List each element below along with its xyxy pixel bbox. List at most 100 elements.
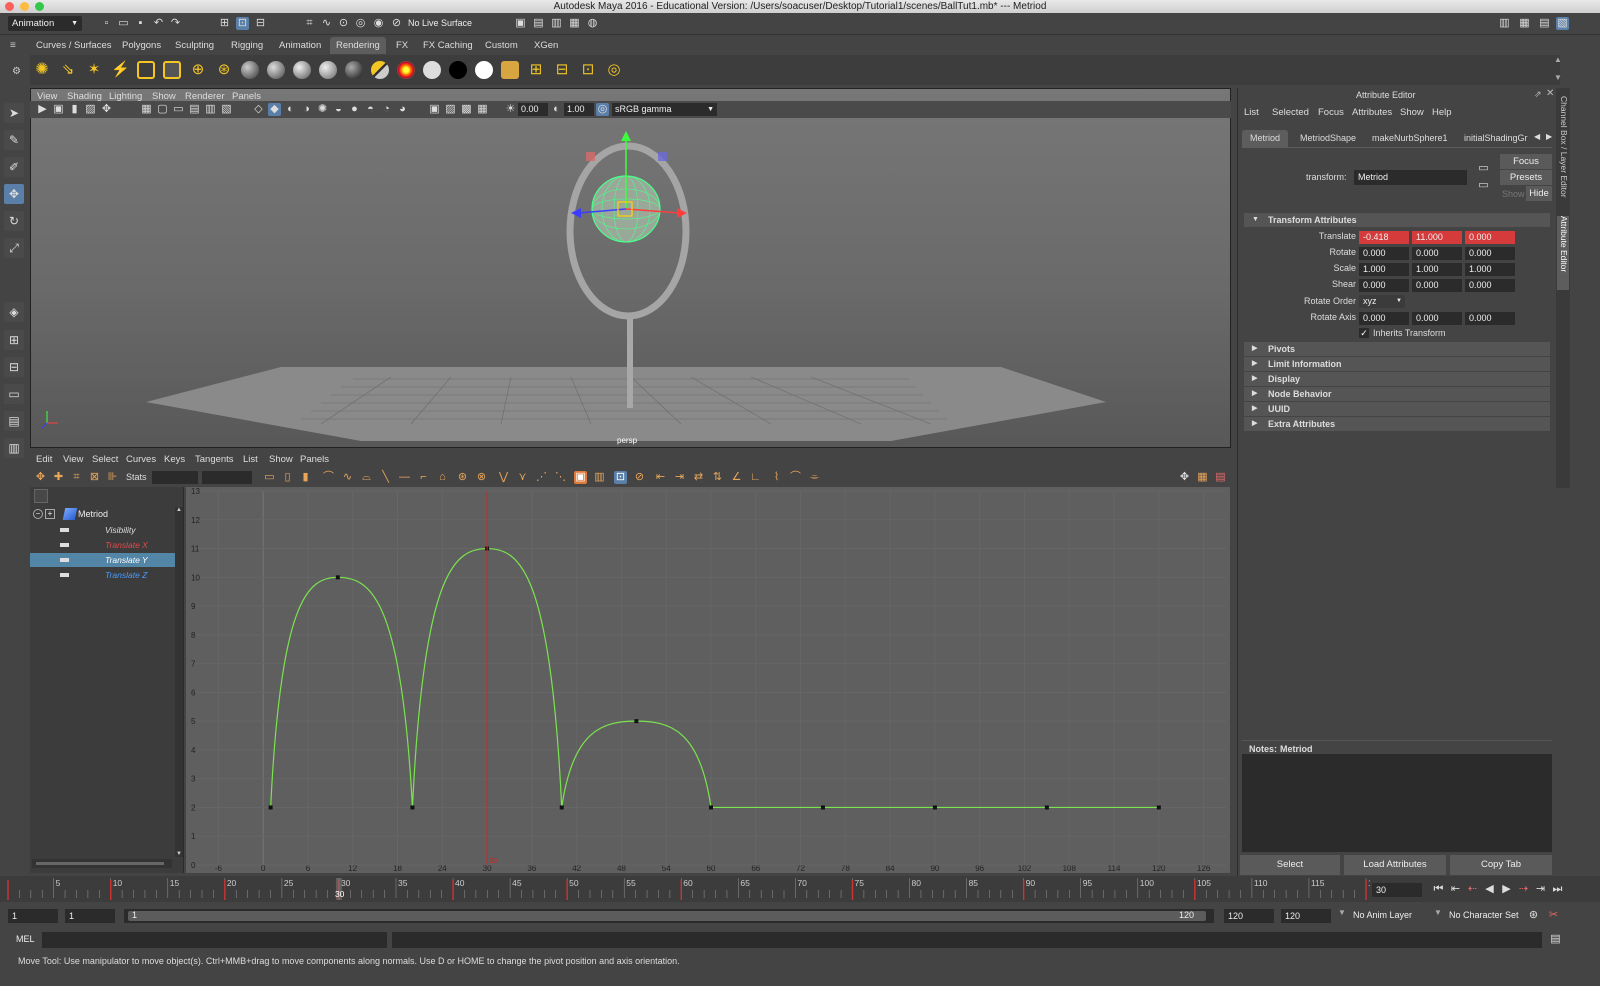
xray-joints-icon[interactable]: ▩: [460, 103, 473, 116]
ipr-icon[interactable]: ⊡: [579, 61, 597, 79]
minimize-window-icon[interactable]: [20, 2, 29, 11]
collapse-icon[interactable]: −: [33, 509, 43, 519]
transform-name-field[interactable]: Metriod: [1354, 170, 1467, 185]
channel-row-translate-y[interactable]: Translate Y: [30, 553, 178, 567]
unify-tangents-icon[interactable]: ⋎: [516, 471, 529, 484]
attribute-editor-toggle-icon[interactable]: ▧: [1556, 17, 1569, 30]
script-editor-icon[interactable]: ▤: [1549, 933, 1562, 946]
graph-menu-curves[interactable]: Curves: [126, 454, 156, 465]
ae-menu-help[interactable]: Help: [1432, 107, 1452, 118]
color-management-icon[interactable]: ◎: [596, 103, 609, 116]
shelf-tab-animation[interactable]: Animation: [273, 37, 327, 54]
volume-light-icon[interactable]: [163, 61, 181, 79]
use-all-lights-icon[interactable]: ✺: [316, 103, 329, 116]
notes-textarea[interactable]: [1242, 754, 1552, 852]
rotate-order-dropdown[interactable]: xyz ▼: [1359, 295, 1405, 308]
point-light-icon[interactable]: ✶: [85, 61, 103, 79]
oscillate-icon[interactable]: ⇅: [711, 471, 724, 484]
field-chart-icon[interactable]: ▥: [204, 103, 217, 116]
shear-x-field[interactable]: 0.000: [1359, 279, 1409, 292]
lambert-shader-icon[interactable]: [267, 61, 285, 79]
toggle-panels-icon[interactable]: ▦: [1518, 17, 1531, 30]
shelf-tab-fx[interactable]: FX: [390, 37, 414, 54]
shelf-tab-rigging[interactable]: Rigging: [225, 37, 269, 54]
new-scene-icon[interactable]: ▫: [100, 17, 113, 30]
paint-select-tool-icon[interactable]: ✐: [4, 157, 24, 177]
command-language-label[interactable]: MEL: [16, 934, 35, 944]
area-light-icon[interactable]: [137, 61, 155, 79]
single-perspective-layout-icon[interactable]: ◈: [4, 302, 24, 322]
panel-options-icon[interactable]: ▤: [1214, 471, 1227, 484]
y-axis-arrow-icon[interactable]: [621, 131, 631, 141]
ae-tab-metriod[interactable]: Metriod: [1242, 130, 1289, 147]
scroll-down-icon[interactable]: ▼: [176, 851, 182, 857]
shelf-tab-curves-surfaces[interactable]: Curves / Surfaces: [30, 37, 118, 54]
range-slider[interactable]: 1 120: [124, 909, 1214, 923]
use-background-icon[interactable]: [449, 61, 467, 79]
graph-menu-select[interactable]: Select: [92, 454, 118, 465]
textured-icon[interactable]: ◑: [300, 103, 313, 116]
redo-icon[interactable]: ↷: [169, 17, 182, 30]
persp-hypershade-layout-icon[interactable]: ▤: [4, 411, 24, 431]
go-to-input-icon[interactable]: ▭: [1477, 162, 1490, 175]
char-set-chevron-icon[interactable]: ▼: [1434, 908, 1442, 917]
linear-tangent-icon[interactable]: ╲: [379, 471, 392, 484]
motion-blur-icon[interactable]: ◓: [364, 103, 377, 116]
tab-scroll-left-icon[interactable]: ◀: [1534, 132, 1540, 141]
channel-row-translate-z[interactable]: Translate Z: [30, 568, 178, 582]
scale-z-field[interactable]: 1.000: [1465, 263, 1515, 276]
cycle-offset-icon[interactable]: ⇄: [692, 471, 705, 484]
playback-start-field[interactable]: 1: [65, 909, 115, 923]
auto-tangent-icon[interactable]: ⌒: [322, 471, 335, 484]
select-hierarchy-icon[interactable]: ⊞: [218, 17, 231, 30]
outliner-filter-icon[interactable]: [34, 489, 48, 503]
phonge-shader-icon[interactable]: [319, 61, 337, 79]
snap-surface-icon[interactable]: ◉: [372, 17, 385, 30]
outliner-horizontal-scrollbar[interactable]: [32, 859, 172, 868]
tab-scroll-right-icon[interactable]: ▶: [1546, 132, 1552, 141]
rotate-axis-x-field[interactable]: 0.000: [1359, 312, 1409, 325]
render-sequence-icon[interactable]: ⊞: [527, 61, 545, 79]
exposure-icon[interactable]: ☀: [504, 103, 517, 116]
anisotropic-shader-icon[interactable]: [345, 61, 363, 79]
layout-toggle-icon[interactable]: ▦: [1196, 471, 1209, 484]
shelf-settings-icon[interactable]: ⚙: [12, 66, 21, 77]
shelf-scroll-up-icon[interactable]: ▲: [1554, 55, 1562, 64]
open-scene-icon[interactable]: ▭: [117, 17, 130, 30]
hypershade-icon[interactable]: ◍: [586, 17, 599, 30]
inherits-transform-checkbox[interactable]: ✓: [1359, 328, 1369, 338]
animation-curve-graph[interactable]: -6 0 6 12 18 24 30 36 42 48 54 60 66 72 78 84 90 96 102 108…: [186, 487, 1230, 873]
plateau-tangent-icon[interactable]: ⌂: [436, 471, 449, 484]
float-panel-icon[interactable]: ⇗: [1534, 89, 1542, 100]
resolution-gate-icon[interactable]: ▭: [172, 103, 185, 116]
camera-attributes-icon[interactable]: ▣: [52, 103, 65, 116]
go-to-end-icon[interactable]: ⏭: [1551, 883, 1564, 896]
select-camera-icon[interactable]: ▶: [36, 103, 49, 116]
rotate-tool-icon[interactable]: ↻: [4, 211, 24, 231]
ramp-shader-icon[interactable]: [397, 61, 415, 79]
ambient-occlusion-icon[interactable]: ●: [348, 103, 361, 116]
translate-y-field[interactable]: 11.000: [1412, 231, 1462, 244]
exposure-field[interactable]: 0.00: [518, 103, 548, 116]
isolate-select-icon[interactable]: ▣: [428, 103, 441, 116]
shelf-tab-custom[interactable]: Custom: [479, 37, 524, 54]
graph-menu-keys[interactable]: Keys: [164, 454, 185, 465]
xray-components-icon[interactable]: ▦: [476, 103, 489, 116]
xy-plane-handle-icon[interactable]: [658, 152, 667, 161]
play-backwards-icon[interactable]: ◀: [1483, 883, 1496, 896]
insert-key-icon[interactable]: ✚: [52, 471, 65, 484]
render-settings-icon[interactable]: ▦: [568, 17, 581, 30]
phong-shader-icon[interactable]: [293, 61, 311, 79]
time-slider[interactable]: 5 10 15 20 25 30 35 40 45 50 55 60 65 70 75 80 85 90 95 100…: [0, 876, 1600, 902]
render-current-icon[interactable]: ⊟: [553, 61, 571, 79]
move-tool-icon[interactable]: ✥: [4, 184, 24, 204]
live-surface-icon[interactable]: ⊘: [390, 17, 403, 30]
anim-prefs-icon[interactable]: ✂: [1547, 909, 1560, 922]
shelf-tab-xgen[interactable]: XGen: [528, 37, 564, 54]
current-frame-field[interactable]: 30: [1372, 883, 1422, 897]
film-gate-icon[interactable]: ▢: [156, 103, 169, 116]
attribute-editor-tab[interactable]: Attribute Editor: [1557, 216, 1569, 290]
scale-y-field[interactable]: 1.000: [1412, 263, 1462, 276]
select-tool-icon[interactable]: ➤: [4, 103, 24, 123]
transform-attributes-section[interactable]: Transform Attributes: [1244, 213, 1550, 227]
